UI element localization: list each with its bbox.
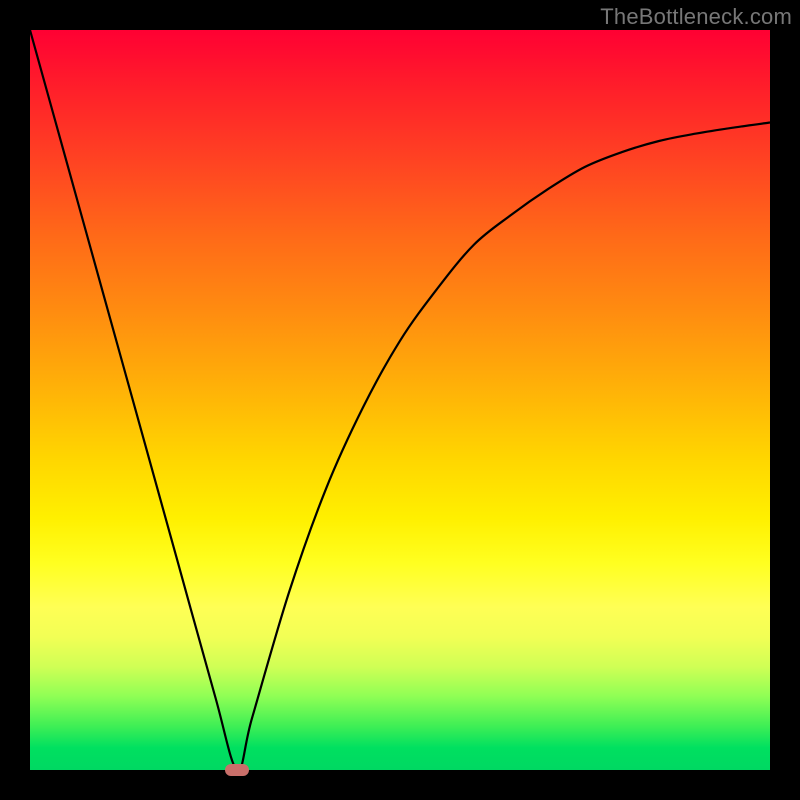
watermark-text: TheBottleneck.com bbox=[600, 4, 792, 30]
bottleneck-curve bbox=[30, 30, 770, 770]
optimal-marker bbox=[225, 764, 249, 776]
curve-path bbox=[30, 30, 770, 770]
chart-frame: TheBottleneck.com bbox=[0, 0, 800, 800]
plot-area bbox=[30, 30, 770, 770]
